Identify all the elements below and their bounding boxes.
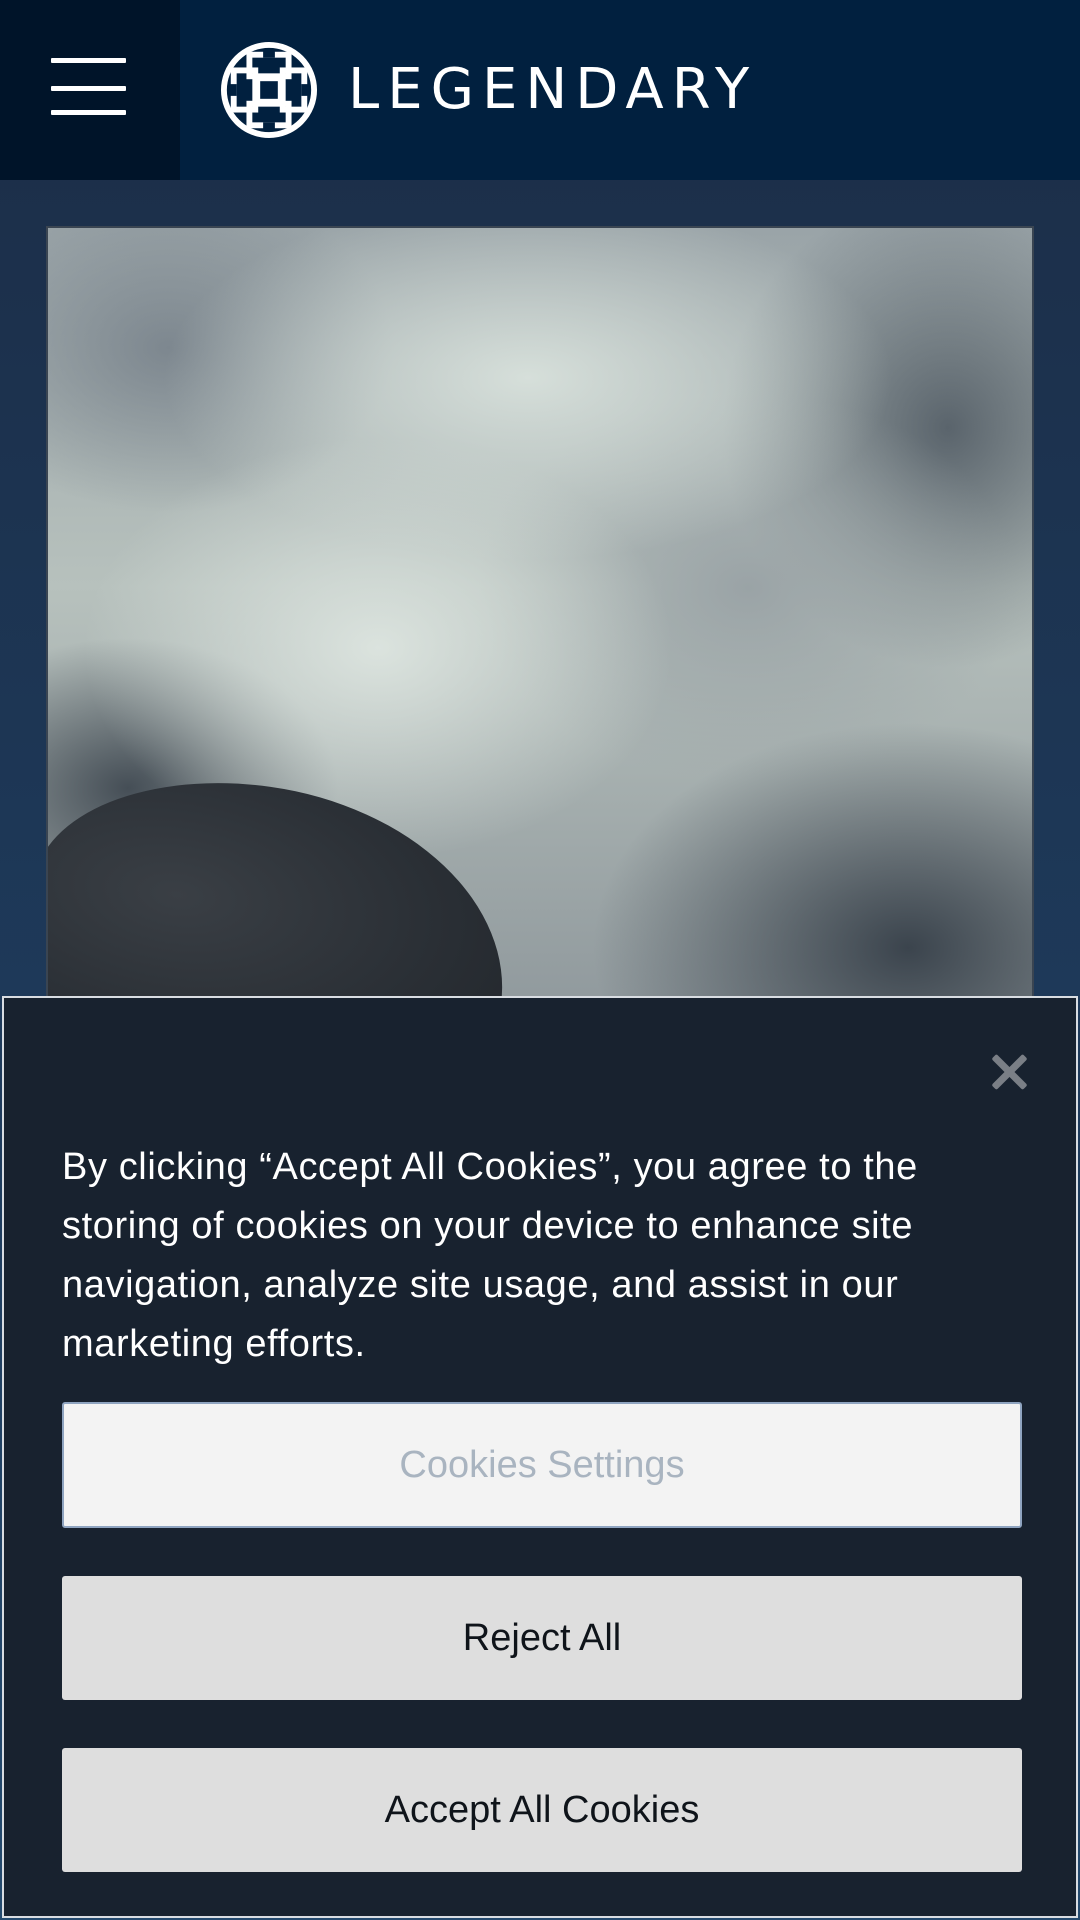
menu-line-top (51, 58, 126, 63)
hamburger-menu-icon[interactable] (0, 0, 180, 180)
reject-all-button[interactable]: Reject All (62, 1576, 1022, 1700)
cookie-consent-message: By clicking “Accept All Cookies”, you ag… (62, 1146, 918, 1365)
cookies-settings-button[interactable]: Cookies Settings (62, 1402, 1022, 1528)
hero-image (46, 226, 1034, 1026)
site-header: LEGENDARY (0, 0, 1080, 180)
celtic-knot-logo-icon (220, 41, 318, 139)
menu-line-middle (51, 86, 126, 91)
brand-name: LEGENDARY (348, 57, 758, 122)
menu-line-bottom (51, 110, 126, 115)
accept-all-cookies-button[interactable]: Accept All Cookies (62, 1748, 1022, 1872)
hero-image-creature-silhouette (48, 756, 527, 1024)
close-icon[interactable] (986, 1050, 1030, 1094)
cookie-consent-banner: By clicking “Accept All Cookies”, you ag… (2, 996, 1078, 1918)
brand-logo-link[interactable]: LEGENDARY (220, 40, 757, 140)
